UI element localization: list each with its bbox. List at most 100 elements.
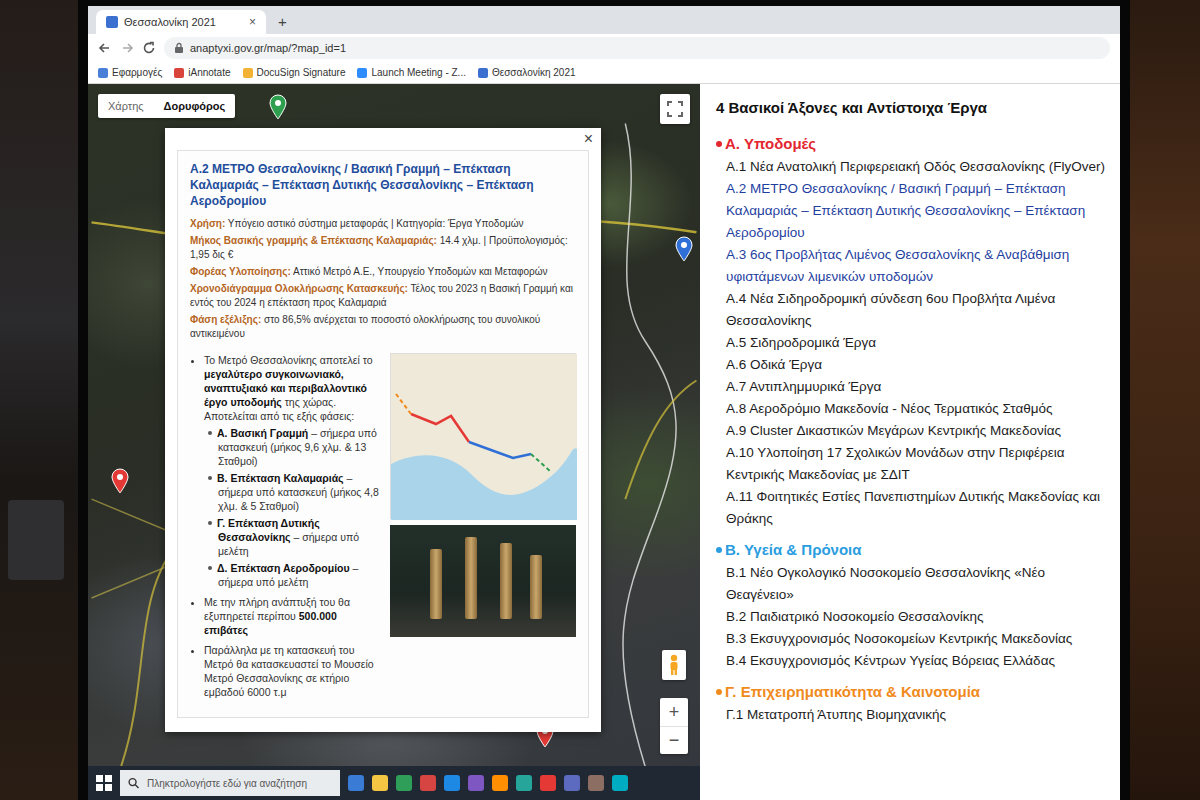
zoom-in-button[interactable]: + bbox=[660, 698, 688, 726]
taskbar-app-icon[interactable] bbox=[348, 775, 364, 791]
satellite-map[interactable]: ΧάρτηςΔορυφόρος +− × Α.2 ΜΕΤΡΟ Θεσσαλονίκης… bbox=[88, 84, 700, 766]
text-run: Δ. Επέκταση Αεροδρομίου bbox=[217, 562, 350, 574]
bookmark-label: Θεσσαλονίκη 2021 bbox=[492, 67, 576, 78]
meta-label: Μήκος Βασικής γραμμής & Επέκτασης Καλαμα… bbox=[190, 235, 437, 246]
taskbar-app-icon[interactable] bbox=[444, 775, 460, 791]
exhibit-column bbox=[500, 543, 512, 619]
project-link[interactable]: Α.8 Αεροδρόμιο Μακεδονία - Νέος Τερματικ… bbox=[716, 398, 1108, 420]
taskbar-app-icon[interactable] bbox=[588, 775, 604, 791]
map-pin-icon[interactable] bbox=[111, 468, 129, 494]
zoom-control: +− bbox=[660, 698, 688, 754]
project-link[interactable]: Α.7 Αντιπλημμυρικά Έργα bbox=[716, 376, 1108, 398]
tab-bar: Θεσσαλονίκη 2021 × + bbox=[88, 6, 1120, 34]
section-title[interactable]: Γ. Επιχειρηματικότητα & Καινοτομία bbox=[725, 680, 980, 704]
text-run: Β. Επέκταση Καλαμαριάς bbox=[217, 472, 344, 484]
forward-arrow-icon bbox=[120, 41, 134, 55]
panel-title: 4 Βασικοί Άξονες και Αντίστοιχα Έργα bbox=[716, 98, 1108, 118]
tab-label: Θεσσαλονίκη 2021 bbox=[124, 16, 243, 28]
taskbar-app-icon[interactable] bbox=[372, 775, 388, 791]
bookmark-favicon-icon bbox=[357, 68, 367, 78]
map-pin-icon[interactable] bbox=[675, 236, 693, 262]
search-icon bbox=[128, 777, 139, 789]
fullscreen-button[interactable] bbox=[660, 94, 690, 124]
taskbar-app-icon[interactable] bbox=[420, 775, 436, 791]
taskbar-search bbox=[120, 770, 340, 796]
favicon-icon bbox=[106, 16, 118, 28]
section-header: Γ. Επιχειρηματικότητα & Καινοτομία bbox=[716, 680, 1108, 704]
meta-label: Χρήση: bbox=[190, 218, 225, 229]
bookmark[interactable]: DocuSign Signature bbox=[243, 67, 346, 78]
map-type-toggle: ΧάρτηςΔορυφόρος bbox=[98, 94, 235, 118]
map-pin-icon[interactable] bbox=[269, 94, 287, 120]
page-content: ΧάρτηςΔορυφόρος +− × Α.2 ΜΕΤΡΟ Θεσσαλονίκης… bbox=[88, 84, 1120, 800]
project-link[interactable]: Α.2 ΜΕΤΡΟ Θεσσαλονίκης / Βασική Γραμμή –… bbox=[716, 178, 1108, 244]
bookmark[interactable]: Εφαρμογές bbox=[98, 67, 162, 78]
tab-close-button[interactable]: × bbox=[249, 15, 256, 29]
project-link[interactable]: Β.1 Νέο Ογκολογικό Νοσοκομείο Θεσσαλονίκ… bbox=[716, 562, 1108, 606]
exhibit-column bbox=[430, 549, 442, 619]
project-link[interactable]: Β.4 Εκσυγχρονισμός Κέντρων Υγείας Βόρεια… bbox=[716, 650, 1108, 672]
phase-list: Α. Βασική Γραμμή – σήμερα υπό κατασκευή … bbox=[204, 426, 380, 589]
taskbar-app-icon[interactable] bbox=[468, 775, 484, 791]
project-link[interactable]: Γ.1 Μετατροπή Άτυπης Βιομηχανικής bbox=[716, 704, 1108, 726]
phase-item: Γ. Επέκταση Δυτικής Θεσσαλονίκης – σήμερ… bbox=[218, 516, 380, 558]
section-title[interactable]: Α. Υποδομές bbox=[725, 132, 816, 156]
room-left bbox=[0, 0, 78, 800]
project-link[interactable]: Α.9 Cluster Δικαστικών Μεγάρων Κεντρικής… bbox=[716, 420, 1108, 442]
section-title[interactable]: Β. Υγεία & Πρόνοια bbox=[725, 538, 861, 562]
bookmark-label: Launch Meeting - Z... bbox=[371, 67, 466, 78]
bookmark-label: iAnnotate bbox=[188, 67, 230, 78]
windows-start-icon bbox=[96, 775, 112, 791]
taskbar-app-icon[interactable] bbox=[612, 775, 628, 791]
text-run: Παράλληλα με τη κατασκευή του Μετρό θα κ… bbox=[204, 644, 374, 698]
popup-close-button[interactable]: × bbox=[584, 130, 593, 148]
section-bullet bbox=[716, 547, 722, 553]
museum-photo bbox=[390, 525, 576, 637]
axis-section: Β. Υγεία & ΠρόνοιαΒ.1 Νέο Ογκολογικό Νοσ… bbox=[716, 538, 1108, 672]
bookmark[interactable]: iAnnotate bbox=[174, 67, 230, 78]
zoom-out-button[interactable]: − bbox=[660, 726, 688, 754]
map-type-button[interactable]: Χάρτης bbox=[98, 94, 154, 118]
bullet-item: Με την πλήρη ανάπτυξή του θα εξυπηρετεί … bbox=[204, 595, 380, 637]
street-view-button[interactable] bbox=[662, 650, 686, 680]
project-link[interactable]: Α.11 Φοιτητικές Εστίες Πανεπιστημίων Δυτ… bbox=[716, 486, 1108, 530]
bookmark[interactable]: Launch Meeting - Z... bbox=[357, 67, 466, 78]
project-link[interactable]: Α.5 Σιδηροδρομικά Έργα bbox=[716, 332, 1108, 354]
project-link[interactable]: Α.4 Νέα Σιδηροδρομική σύνδεση 6ου Προβλή… bbox=[716, 288, 1108, 332]
project-link[interactable]: Α.6 Οδικά Έργα bbox=[716, 354, 1108, 376]
text-run: Το Μετρό Θεσσαλονίκης αποτελεί το bbox=[204, 354, 373, 366]
project-link[interactable]: Β.3 Εκσυγχρονισμός Νοσοκομείων Κεντρικής… bbox=[716, 628, 1108, 650]
taskbar-app-icon[interactable] bbox=[540, 775, 556, 791]
project-link[interactable]: Α.1 Νέα Ανατολική Περιφερειακή Οδός Θεσσ… bbox=[716, 156, 1108, 178]
meta-row: Χρήση: Υπόγειο αστικό σύστημα μεταφοράς … bbox=[190, 217, 576, 231]
exhibit-column bbox=[530, 555, 542, 619]
taskbar-app-icon[interactable] bbox=[492, 775, 508, 791]
room-right bbox=[1130, 0, 1200, 800]
taskbar-app-icon[interactable] bbox=[516, 775, 532, 791]
meta-label: Φορέας Υλοποίησης: bbox=[190, 266, 291, 277]
meta-value: Αττικό Μετρό Α.Ε., Υπουργείο Υποδομών κα… bbox=[293, 266, 548, 277]
fullscreen-icon bbox=[667, 101, 683, 117]
project-link[interactable]: Α.3 6ος Προβλήτας Λιμένος Θεσσαλονίκης &… bbox=[716, 244, 1108, 288]
bookmark-favicon-icon bbox=[174, 68, 184, 78]
project-link[interactable]: Α.10 Υλοποίηση 17 Σχολικών Μονάδων στην … bbox=[716, 442, 1108, 486]
project-link[interactable]: Β.2 Παιδιατρικό Νοσοκομείο Θεσσαλονίκης bbox=[716, 606, 1108, 628]
url-field[interactable]: anaptyxi.gov.gr/map/?map_id=1 bbox=[164, 37, 1110, 59]
phase-item: Α. Βασική Γραμμή – σήμερα υπό κατασκευή … bbox=[218, 426, 380, 468]
new-tab-button[interactable]: + bbox=[272, 13, 293, 34]
project-body: Το Μετρό Θεσσαλονίκης αποτελεί το μεγαλύ… bbox=[190, 353, 576, 705]
search-input[interactable] bbox=[145, 777, 332, 790]
browser-tab[interactable]: Θεσσαλονίκη 2021 × bbox=[96, 10, 266, 34]
metro-map-image bbox=[390, 353, 576, 519]
reload-icon bbox=[142, 41, 156, 55]
bookmarks-bar: Εφαρμογές iAnnotate DocuSign Signature Laun… bbox=[88, 62, 1120, 84]
exhibit-column bbox=[465, 537, 477, 619]
projects-panel: 4 Βασικοί Άξονες και Αντίστοιχα Έργα Α. Υ… bbox=[700, 84, 1120, 800]
phase-item: Β. Επέκταση Καλαμαριάς – σήμερα υπό κατα… bbox=[218, 471, 380, 513]
taskbar-app-icon[interactable] bbox=[564, 775, 580, 791]
taskbar-app-icon[interactable] bbox=[396, 775, 412, 791]
project-card: Α.2 ΜΕΤΡΟ Θεσσαλονίκης / Βασική Γραμμή –… bbox=[177, 150, 589, 718]
map-type-button[interactable]: Δορυφόρος bbox=[154, 94, 236, 118]
bookmark[interactable]: Θεσσαλονίκη 2021 bbox=[478, 67, 576, 78]
section-bullet bbox=[716, 141, 722, 147]
